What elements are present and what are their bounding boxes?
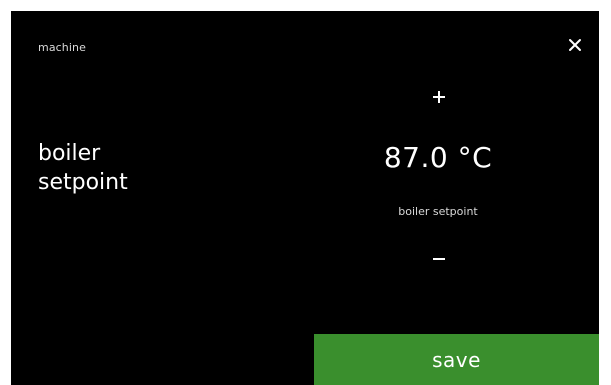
setpoint-caption: boiler setpoint xyxy=(398,205,478,218)
plus-icon xyxy=(433,91,445,103)
parameter-label-line1: boiler xyxy=(38,141,101,166)
decrease-button[interactable] xyxy=(403,237,475,281)
save-button[interactable]: save xyxy=(314,334,599,385)
parameter-label: boiler setpoint xyxy=(38,139,238,197)
minus-icon xyxy=(433,258,445,260)
increase-button[interactable] xyxy=(403,75,475,119)
close-icon[interactable] xyxy=(565,35,585,55)
parameter-label-line2: setpoint xyxy=(38,170,128,195)
section-title: machine xyxy=(38,41,86,54)
setpoint-value: 87.0 °C xyxy=(383,141,493,174)
settings-screen: machine boiler setpoint 87.0 °C boiler s… xyxy=(11,11,599,385)
